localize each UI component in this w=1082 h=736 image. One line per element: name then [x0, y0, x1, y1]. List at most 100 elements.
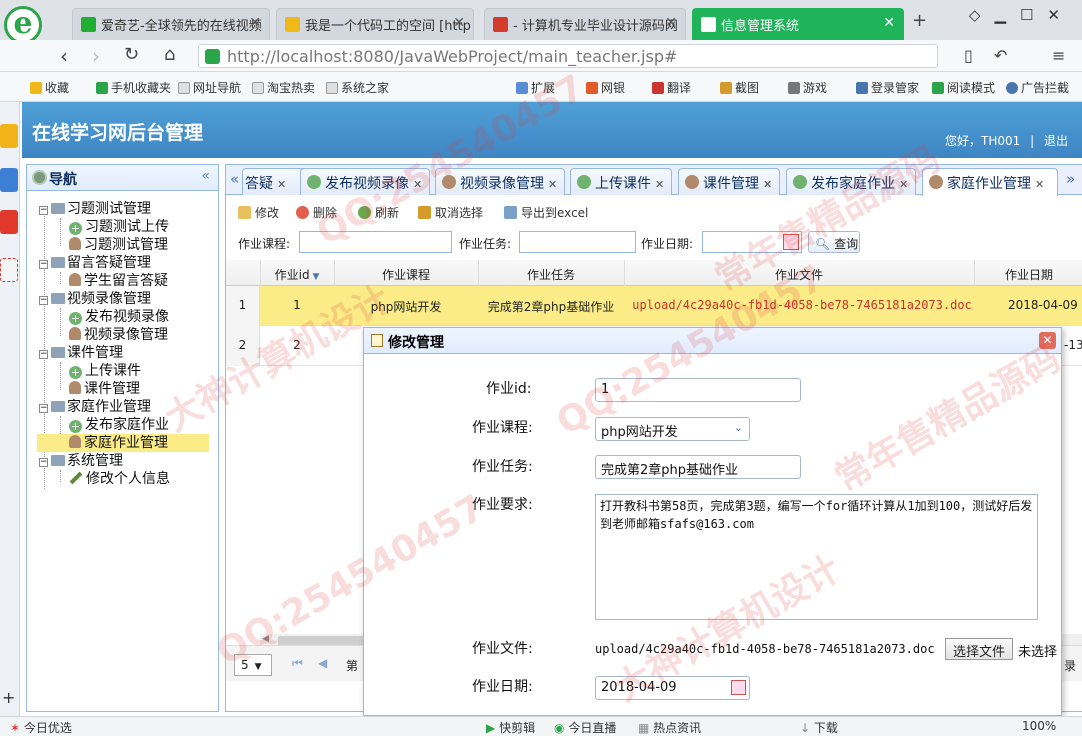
close-icon[interactable]: ✕	[655, 178, 664, 191]
prev-page-icon[interactable]: ◀	[318, 656, 327, 670]
home-icon[interactable]: ⌂	[164, 44, 175, 65]
browser-tab-active[interactable]: 信息管理系统 ✕	[692, 8, 904, 40]
favorites-icon[interactable]	[0, 124, 18, 148]
weibo-icon[interactable]	[0, 210, 18, 234]
mobile-icon[interactable]: ▯	[964, 46, 973, 65]
undo-icon[interactable]: ↶	[994, 46, 1007, 65]
tab-homework-manage[interactable]: 家庭作业管理 ✕	[922, 168, 1058, 196]
menu-icon[interactable]: ≡	[1052, 46, 1065, 65]
today-picks[interactable]: ✶ 今日优选	[10, 719, 72, 736]
edit-button[interactable]: 修改	[238, 204, 279, 221]
nav-group-message[interactable]: − 留言答疑管理	[39, 254, 151, 272]
tabs-scroll-left-icon[interactable]: «	[230, 170, 239, 188]
course-select[interactable]: php网站开发 ⌄	[595, 417, 750, 441]
nav-item-student-message[interactable]: 学生留言答疑	[69, 272, 168, 290]
status-item[interactable]: ↓ 下载	[800, 719, 838, 736]
new-tab-button[interactable]: +	[912, 10, 927, 31]
nav-group-system[interactable]: − 系统管理	[39, 452, 123, 470]
browser-tab-1[interactable]: 爱奇艺-全球领先的在线视频 ✕	[72, 8, 270, 40]
nav-group-exercise[interactable]: − 习题测试管理	[39, 200, 151, 218]
close-icon[interactable]: ✕	[883, 15, 895, 31]
task-filter-input[interactable]	[519, 231, 636, 253]
close-icon[interactable]: ✕	[548, 178, 557, 191]
calendar-icon[interactable]	[731, 680, 746, 695]
reload-icon[interactable]: ↻	[124, 44, 139, 65]
bookmark-item[interactable]: 扩展	[516, 79, 555, 96]
zoom-level[interactable]: 100%	[1022, 719, 1056, 733]
refresh-button[interactable]: 刷新	[358, 204, 399, 221]
nav-item-courseware-manage[interactable]: 课件管理	[69, 380, 140, 398]
id-field[interactable]: 1	[595, 378, 801, 402]
bookmark-item[interactable]: 翻译	[652, 79, 691, 96]
date-field[interactable]: 2018-04-09	[595, 676, 750, 700]
delete-button[interactable]: 删除	[296, 204, 337, 221]
table-row[interactable]: 1 1 php网站开发 完成第2章php基础作业 upload/4c29a40c…	[226, 286, 1082, 326]
tab-courseware-upload[interactable]: 上传课件 ✕	[570, 168, 672, 195]
status-item[interactable]: ▦ 热点资讯	[638, 719, 701, 736]
file-link[interactable]: upload/4c29a40c-fb1d-4058-be78-7465181a2…	[595, 642, 935, 656]
browser-tab-2[interactable]: 我是一个代码工的空间 [http ✕	[276, 8, 474, 40]
course-filter-input[interactable]	[299, 231, 452, 253]
choose-file-button[interactable]: 选择文件	[945, 638, 1013, 660]
col-header-id[interactable]: 作业id ▼	[260, 266, 334, 283]
nav-item-homework-publish[interactable]: + 发布家庭作业	[69, 416, 169, 434]
tab-courseware-manage[interactable]: 课件管理 ✕	[678, 168, 780, 195]
window-controls[interactable]: ◇▁☐✕	[969, 6, 1074, 24]
back-icon[interactable]: ‹	[60, 44, 68, 68]
tabs-scroll-right-icon[interactable]: »	[1066, 170, 1075, 188]
close-icon[interactable]: ✕	[1035, 178, 1044, 191]
bookmark-item[interactable]: 阅读模式	[932, 79, 995, 96]
nav-group-video[interactable]: − 视频录像管理	[39, 290, 151, 308]
browser-tab-3[interactable]: - 计算机专业毕业设计源码网 ✕	[484, 8, 686, 40]
nav-item-video-manage[interactable]: 视频录像管理	[69, 326, 168, 344]
col-header-date[interactable]: 作业日期	[974, 266, 1082, 283]
forward-icon[interactable]: ›	[92, 44, 100, 68]
nav-item-courseware-upload[interactable]: + 上传课件	[69, 362, 141, 380]
first-page-icon[interactable]: ⏮	[292, 656, 303, 671]
nav-item-exercise-upload[interactable]: + 习题测试上传	[69, 218, 169, 236]
tab-homework-publish[interactable]: 发布家庭作业 ✕	[786, 168, 916, 195]
close-icon[interactable]: ✕	[763, 178, 772, 191]
tab-video-publish[interactable]: 发布视频录像 ✕	[300, 168, 430, 195]
bookmark-item[interactable]: 网址导航	[178, 79, 241, 96]
nav-item-video-publish[interactable]: + 发布视频录像	[69, 308, 169, 326]
col-header-course[interactable]: 作业课程	[334, 266, 478, 283]
bookmark-item[interactable]: 网银	[586, 79, 625, 96]
nav-item-homework-manage[interactable]: 家庭作业管理	[37, 434, 209, 452]
nav-item-exercise-manage[interactable]: 习题测试管理	[69, 236, 168, 254]
date-filter-input[interactable]	[702, 231, 802, 253]
collapse-icon[interactable]: «	[201, 168, 210, 184]
close-icon[interactable]: ✕	[249, 15, 261, 31]
status-item[interactable]: ◉ 今日直播	[554, 719, 616, 736]
url-input[interactable]: http://localhost:8080/JavaWebProject/mai…	[198, 44, 938, 68]
cell-file[interactable]: upload/4c29a40c-fb1d-4058-be78-7465181a2…	[630, 298, 974, 312]
nav-group-homework[interactable]: − 家庭作业管理	[39, 398, 151, 416]
bookmark-item[interactable]: 淘宝热卖	[252, 79, 315, 96]
task-field[interactable]: 完成第2章php基础作业	[595, 455, 801, 479]
scroll-left-icon[interactable]: ◀	[262, 634, 269, 644]
close-icon[interactable]: ✕	[453, 15, 465, 31]
close-button[interactable]: ✕	[1039, 332, 1056, 349]
col-header-file[interactable]: 作业文件	[624, 266, 974, 283]
status-item[interactable]: ▶ 快剪辑	[486, 719, 535, 736]
close-icon[interactable]: ✕	[277, 178, 286, 191]
page-size-select[interactable]: 5 ▼	[234, 654, 272, 676]
calendar-icon[interactable]	[783, 234, 799, 250]
bookmark-item[interactable]: 截图	[720, 79, 759, 96]
nav-group-courseware[interactable]: − 课件管理	[39, 344, 123, 362]
nav-item-edit-profile[interactable]: 修改个人信息	[69, 470, 170, 488]
export-button[interactable]: 导出到excel	[504, 204, 588, 221]
tab-video-manage[interactable]: 视频录像管理 ✕	[435, 168, 565, 195]
bookmark-item[interactable]: 广告拦截	[1006, 79, 1069, 96]
col-header-task[interactable]: 作业任务	[478, 266, 624, 283]
bookmark-item[interactable]: 系统之家	[326, 79, 389, 96]
close-icon[interactable]: ✕	[665, 15, 677, 31]
bookmark-item[interactable]: 游戏	[788, 79, 827, 96]
add-icon[interactable]: +	[2, 688, 15, 707]
close-icon[interactable]: ✕	[413, 178, 422, 191]
mail-icon[interactable]	[0, 258, 18, 282]
notes-icon[interactable]	[0, 168, 18, 192]
cancel-select-button[interactable]: 取消选择	[418, 204, 483, 221]
close-icon[interactable]: ✕	[899, 178, 908, 191]
requirement-textarea[interactable]: 打开教科书第58页，完成第3题，编写一个for循环计算从1加到100，测试好后发…	[595, 494, 1038, 620]
